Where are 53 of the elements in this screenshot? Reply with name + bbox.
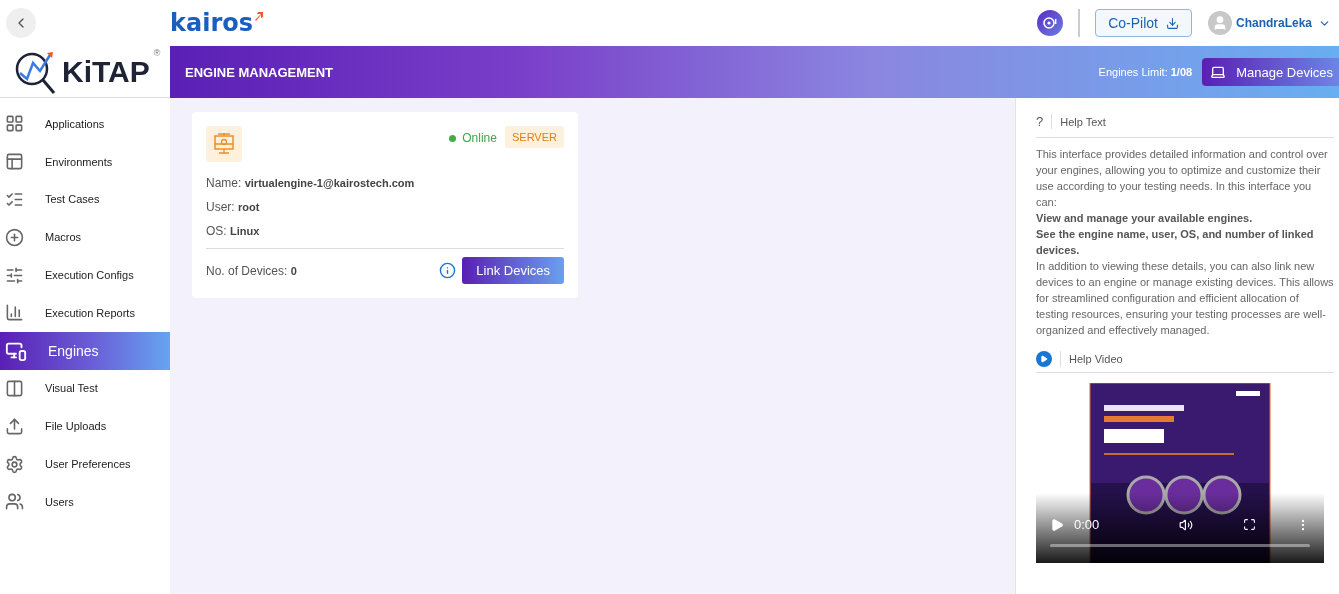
help-video-title: Help Video	[1069, 353, 1123, 365]
sidebar-item[interactable]: Test Cases	[0, 180, 170, 219]
help-paragraph: View and manage your available engines.	[1036, 211, 1254, 226]
help-paragraph: This interface provides detailed information and control over your engines, allowing you to optimize and customize their use according to your testing needs. In this interface you can:	[1036, 147, 1329, 210]
sidebar-item[interactable]: Applications	[0, 105, 170, 143]
devices-count: No. of Devices: 0	[206, 263, 297, 278]
manage-devices-button[interactable]: Manage Devices	[1202, 58, 1339, 86]
sidebar-item[interactable]: User Preferences	[0, 445, 170, 483]
info-icon[interactable]	[439, 262, 457, 279]
sidebar-item[interactable]: Engines	[0, 331, 170, 370]
volume-icon[interactable]	[1179, 517, 1193, 532]
play-icon[interactable]	[1050, 517, 1064, 532]
product-logo: KiTAP	[62, 54, 150, 89]
sidebar-item[interactable]: File Uploads	[0, 407, 170, 446]
download-icon	[1165, 16, 1179, 30]
brand-logo: kairos	[170, 9, 253, 37]
server-icon	[206, 126, 242, 162]
engine-field: User: root	[206, 200, 564, 214]
copilot-button[interactable]: Co-Pilot	[1095, 9, 1192, 37]
play-circle-icon[interactable]	[1036, 351, 1052, 367]
settings-icon	[5, 454, 24, 474]
fullscreen-icon[interactable]	[1243, 518, 1256, 531]
engine-field: OS: Linux	[206, 224, 564, 238]
engines-limit: Engines Limit: 1/08	[1098, 66, 1193, 78]
grid-icon	[5, 114, 24, 134]
help-title: Help Text	[1060, 115, 1106, 128]
registered-mark: ®	[153, 48, 161, 58]
user-menu[interactable]: ChandraLeka	[1231, 16, 1331, 30]
users-icon	[5, 492, 24, 512]
laptop-icon	[1210, 64, 1227, 80]
page-title: ENGINE MANAGEMENT	[185, 64, 334, 80]
sidebar-item[interactable]: Execution Configs	[0, 256, 170, 294]
upload-icon	[5, 416, 24, 436]
link-devices-button[interactable]: Link Devices	[462, 257, 564, 284]
sidebar-item[interactable]: Users	[0, 482, 170, 521]
split-icon	[5, 378, 24, 398]
target-icon[interactable]	[1037, 10, 1064, 36]
type-tag: SERVER	[504, 126, 564, 148]
sidebar-item[interactable]: Execution Reports	[0, 294, 170, 332]
list-icon	[5, 190, 24, 209]
sidebar-item[interactable]: Visual Test	[0, 369, 170, 408]
sliders-icon	[5, 265, 24, 285]
sidebar-item[interactable]: Macros	[0, 218, 170, 257]
bar-chart-icon	[5, 303, 24, 323]
sidebar-item[interactable]: Environments	[0, 142, 170, 181]
back-button[interactable]	[6, 8, 36, 38]
help-paragraph: See the engine name, user, OS, and number of linked devices.	[1036, 227, 1315, 258]
help-paragraph: In addition to viewing these details, you can also link new devices to an engine or manage existing devices. This allows for streamlined configuration and efficient allocation of testing resources, ensuring your testing processes are well-organized and effectively managed.	[1036, 259, 1334, 338]
plus-circle-icon	[5, 227, 24, 247]
status-label: Online	[449, 131, 497, 145]
engine-field: Name: virtualengine-1@kairostech.com	[206, 176, 564, 190]
logo-arrow-icon	[253, 11, 263, 21]
layout-icon	[5, 152, 24, 172]
